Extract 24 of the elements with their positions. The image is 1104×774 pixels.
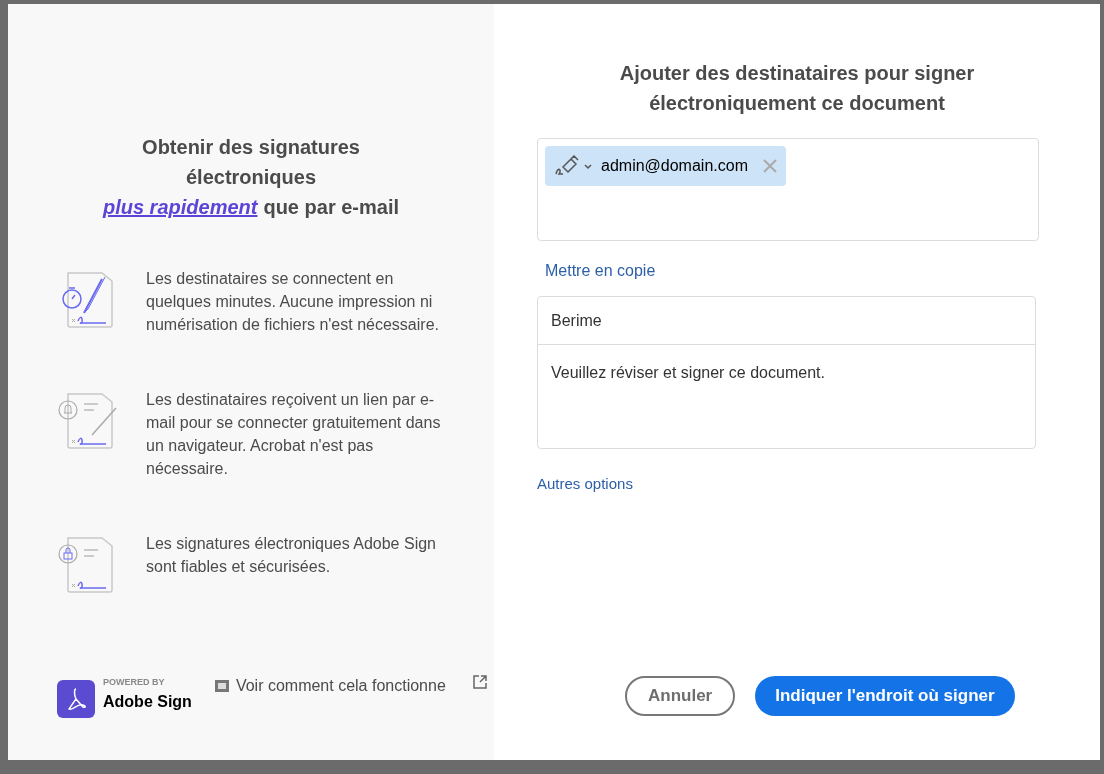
heading-text: Obtenir des signatures	[142, 135, 360, 160]
dialog-title: Ajouter des destinataires pour signer électroniquement ce document	[618, 61, 976, 116]
link[interactable]: plus rapidement	[102, 192, 258, 222]
heading-text: électroniques	[185, 165, 316, 190]
feature-description: Les destinataires reçoivent un lien par e-mail pour se connecter gratuitement dans un navigateur. Acrobat n'est pas nécessaire.	[146, 390, 442, 479]
more-options-link[interactable]: Autres options	[537, 473, 633, 496]
video-link[interactable]: Voir comment cela fonctionne	[213, 674, 446, 698]
place-signature-button[interactable]: Indiquer l'endroit où signer	[755, 676, 1015, 716]
subject-field[interactable]: Berime	[538, 297, 1035, 345]
powered-by-text: POWERED BY	[103, 676, 166, 688]
product-name: Adobe Sign	[103, 692, 192, 712]
external-link-icon[interactable]	[471, 674, 488, 690]
cc-link[interactable]: Mettre en copie	[545, 259, 656, 283]
recipient-field[interactable]: admin@domain.com	[537, 138, 1039, 241]
message-field[interactable]: Veuillez réviser et signer ce document.	[538, 345, 1035, 385]
film-icon	[213, 678, 230, 694]
feature-description: Les destinataires se connectent en quelques minutes. Aucune impression ni numérisation de fichiers n'est nécessaire.	[146, 269, 440, 335]
feature-description: Les signatures électroniques Adobe Sign sont fiables et sécurisées.	[146, 534, 437, 577]
logo-icon	[57, 680, 95, 718]
recipient-email: admin@domain.com	[601, 156, 748, 176]
recipient-chip[interactable]: admin@domain.com	[545, 146, 786, 186]
cancel-button[interactable]: Annuler	[625, 676, 736, 716]
pen-signature-icon[interactable]	[553, 155, 595, 177]
heading-text: que par e-mail	[263, 195, 400, 220]
